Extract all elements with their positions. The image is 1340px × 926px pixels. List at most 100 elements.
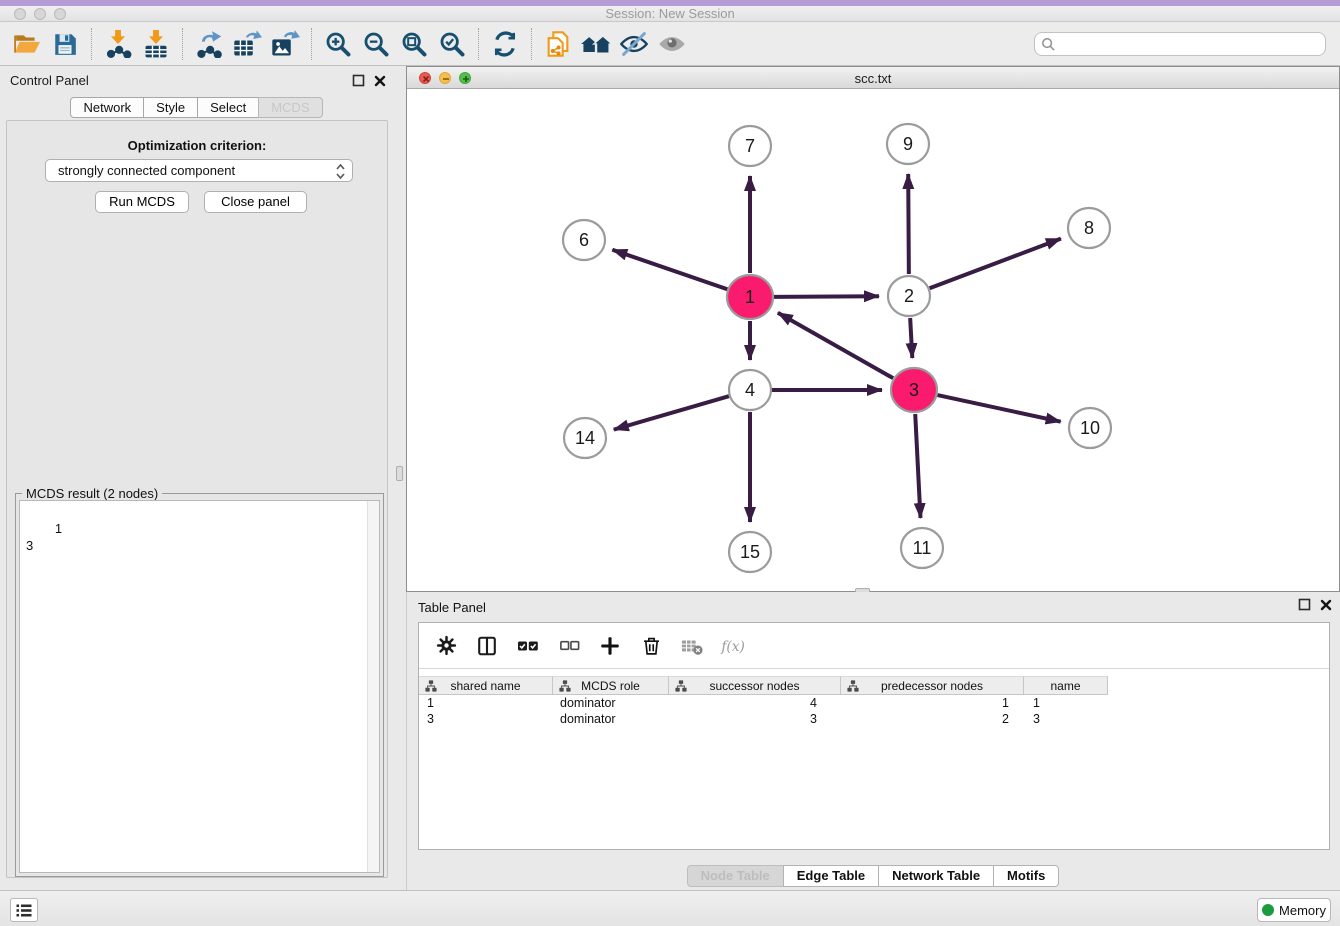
zoom-fit-icon[interactable] xyxy=(395,26,433,62)
tab-mcds[interactable]: MCDS xyxy=(258,97,322,118)
import-table-icon[interactable] xyxy=(137,26,175,62)
function-builder-icon[interactable]: f(x) xyxy=(720,633,746,659)
tab-network-table[interactable]: Network Table xyxy=(878,865,994,887)
cell-shared-name[interactable]: 3 xyxy=(419,712,553,728)
vertical-splitter-handle[interactable] xyxy=(396,466,403,481)
import-network-icon[interactable] xyxy=(99,26,137,62)
graph-node-9[interactable]: 9 xyxy=(887,124,929,164)
home-icon[interactable] xyxy=(577,26,615,62)
float-panel-icon[interactable] xyxy=(352,74,365,87)
close-panel-button[interactable]: Close panel xyxy=(204,191,307,213)
result-scrollbar[interactable] xyxy=(367,501,379,872)
create-column-icon[interactable] xyxy=(597,633,623,659)
open-session-icon[interactable] xyxy=(8,26,46,62)
select-all-columns-icon[interactable] xyxy=(515,633,541,659)
save-session-icon[interactable] xyxy=(46,26,84,62)
table-row[interactable]: 1dominator411 xyxy=(419,696,1329,712)
graph-edge-3-10[interactable] xyxy=(937,395,1060,422)
column-header-mcds-role[interactable]: MCDS role xyxy=(553,676,669,695)
export-table-icon[interactable] xyxy=(228,26,266,62)
network-window-title: scc.txt xyxy=(407,71,1339,86)
graph-node-1[interactable]: 1 xyxy=(727,275,773,319)
run-mcds-button[interactable]: Run MCDS xyxy=(95,191,189,213)
cell-mcds-role[interactable]: dominator xyxy=(553,696,669,712)
cell-predecessor-nodes[interactable]: 1 xyxy=(841,696,1024,712)
network-canvas[interactable]: 7 9 6 8 1 2 4 3 14 10 15 11 xyxy=(407,89,1339,591)
tab-network[interactable]: Network xyxy=(70,97,144,118)
search-input[interactable] xyxy=(1034,32,1326,56)
task-history-button[interactable] xyxy=(10,898,38,922)
close-table-panel-icon[interactable] xyxy=(1320,599,1332,611)
tab-style[interactable]: Style xyxy=(143,97,198,118)
graph-edge-2-3[interactable] xyxy=(910,318,912,358)
table-settings-icon[interactable] xyxy=(433,633,459,659)
list-icon xyxy=(15,903,33,918)
mcds-result-title: MCDS result (2 nodes) xyxy=(22,486,162,501)
hide-selected-icon[interactable] xyxy=(615,26,653,62)
export-image-icon[interactable] xyxy=(266,26,304,62)
graph-node-11[interactable]: 11 xyxy=(901,528,943,568)
graph-node-14[interactable]: 14 xyxy=(564,418,606,458)
zoom-in-icon[interactable] xyxy=(319,26,357,62)
export-network-icon[interactable] xyxy=(190,26,228,62)
cell-mcds-role[interactable]: dominator xyxy=(553,712,669,728)
graph-node-6[interactable]: 6 xyxy=(563,220,605,260)
cell-shared-name[interactable]: 1 xyxy=(419,696,553,712)
clone-network-icon[interactable] xyxy=(539,26,577,62)
edge-layer xyxy=(612,174,1061,522)
graph-node-15[interactable]: 15 xyxy=(729,532,771,572)
window-title: Session: New Session xyxy=(0,6,1340,21)
cell-predecessor-nodes[interactable]: 2 xyxy=(841,712,1024,728)
graph-edge-3-11[interactable] xyxy=(915,414,920,518)
delete-columns-icon[interactable] xyxy=(638,633,664,659)
tab-motifs[interactable]: Motifs xyxy=(993,865,1059,887)
svg-text:6: 6 xyxy=(579,230,589,250)
column-header-shared-name[interactable]: shared name xyxy=(419,676,553,695)
cell-successor-nodes[interactable]: 4 xyxy=(669,696,841,712)
zoom-selected-icon[interactable] xyxy=(433,26,471,62)
zoom-out-icon[interactable] xyxy=(357,26,395,62)
svg-text:15: 15 xyxy=(740,542,760,562)
graph-edge-2-9[interactable] xyxy=(908,174,909,274)
graph-node-2[interactable]: 2 xyxy=(888,276,930,316)
memory-button[interactable]: Memory xyxy=(1257,898,1331,922)
column-header-predecessor-nodes[interactable]: predecessor nodes xyxy=(841,676,1024,695)
control-panel-title: Control Panel xyxy=(10,73,89,88)
svg-text:10: 10 xyxy=(1080,418,1100,438)
close-panel-icon[interactable] xyxy=(374,75,386,87)
chevron-up-down-icon xyxy=(335,163,346,180)
tab-node-table[interactable]: Node Table xyxy=(687,865,784,887)
column-header-name[interactable]: name xyxy=(1024,676,1108,695)
graph-node-8[interactable]: 8 xyxy=(1068,208,1110,248)
toolbar-separator xyxy=(182,28,183,60)
graph-edge-1-2[interactable] xyxy=(774,296,879,297)
svg-text:7: 7 xyxy=(745,136,755,156)
svg-text:2: 2 xyxy=(904,286,914,306)
cell-name[interactable]: 3 xyxy=(1024,712,1108,728)
graph-edge-2-8[interactable] xyxy=(930,239,1061,289)
table-row[interactable]: 3dominator323 xyxy=(419,712,1329,728)
unselect-all-columns-icon[interactable] xyxy=(556,633,582,659)
tab-select[interactable]: Select xyxy=(197,97,259,118)
refresh-network-icon[interactable] xyxy=(486,26,524,62)
graph-node-3[interactable]: 3 xyxy=(891,368,937,412)
mcds-result-group: MCDS result (2 nodes) 1 3 xyxy=(15,493,384,877)
show-all-icon[interactable] xyxy=(653,26,691,62)
graph-edge-3-1[interactable] xyxy=(778,313,893,378)
table-panel-title: Table Panel xyxy=(418,600,486,615)
cell-successor-nodes[interactable]: 3 xyxy=(669,712,841,728)
graph-node-7[interactable]: 7 xyxy=(729,126,771,166)
tab-edge-table[interactable]: Edge Table xyxy=(783,865,879,887)
show-columns-icon[interactable] xyxy=(474,633,500,659)
float-table-panel-icon[interactable] xyxy=(1298,598,1311,611)
optimization-criterion-select[interactable]: strongly connected component xyxy=(45,159,353,182)
delete-table-icon[interactable] xyxy=(679,633,705,659)
column-header-successor-nodes[interactable]: successor nodes xyxy=(669,676,841,695)
mcds-result-text[interactable]: 1 3 xyxy=(19,500,380,873)
graph-edge-1-6[interactable] xyxy=(612,250,727,289)
cell-name[interactable]: 1 xyxy=(1024,696,1108,712)
graph-node-4[interactable]: 4 xyxy=(729,370,771,410)
graph-node-10[interactable]: 10 xyxy=(1069,408,1111,448)
graph-edge-4-14[interactable] xyxy=(614,396,729,429)
network-window-titlebar[interactable]: scc.txt xyxy=(407,67,1339,89)
